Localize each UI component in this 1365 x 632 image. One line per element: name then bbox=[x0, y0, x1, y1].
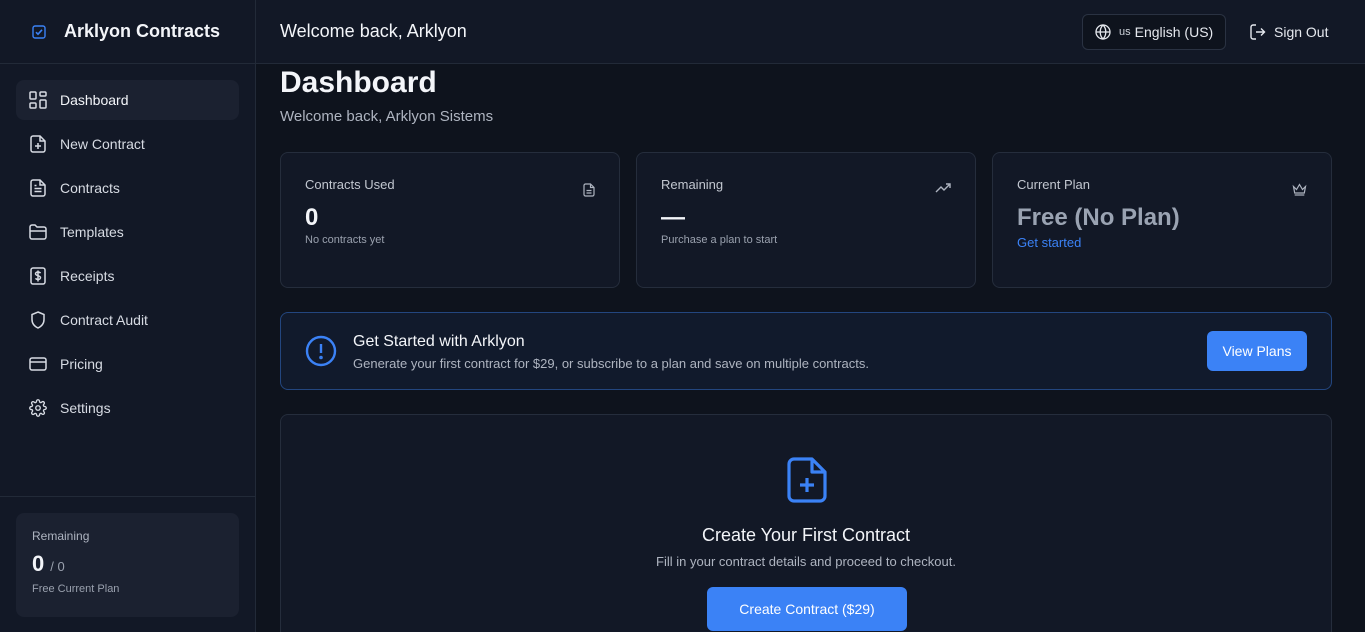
remaining-value: 0 bbox=[32, 551, 45, 576]
shield-icon bbox=[28, 310, 48, 330]
stat-card-contracts-used: Contracts Used 0 No contracts yet bbox=[280, 152, 620, 288]
empty-title: Create Your First Contract bbox=[701, 525, 911, 545]
alert-circle-icon bbox=[305, 335, 337, 367]
sidebar-footer: Remaining 0 / 0 Free Current Plan bbox=[0, 496, 255, 632]
stat-note: No contracts yet bbox=[305, 234, 385, 246]
stat-value: 0 bbox=[305, 204, 319, 231]
sidebar-item-label: Pricing bbox=[60, 356, 103, 372]
file-plus-icon bbox=[787, 457, 827, 503]
brand-title: Arklyon Contracts bbox=[64, 21, 221, 41]
sign-out-button[interactable]: Sign Out bbox=[1250, 14, 1328, 50]
top-header: Welcome back, Arklyon us English (US) Si… bbox=[256, 0, 1365, 64]
gear-icon bbox=[28, 398, 48, 418]
sidebar-item-label: Contracts bbox=[60, 180, 120, 196]
banner-title: Get Started with Arklyon bbox=[353, 333, 525, 350]
create-contract-button[interactable]: Create Contract ($29) bbox=[707, 587, 907, 631]
language-label: English (US) bbox=[1134, 24, 1214, 40]
sidebar-nav: Dashboard New Contract Contracts Templat… bbox=[0, 64, 255, 428]
stat-label: Current Plan bbox=[1017, 177, 1090, 192]
sidebar-item-label: Templates bbox=[60, 224, 124, 240]
sidebar-item-label: Contract Audit bbox=[60, 312, 148, 328]
language-selector[interactable]: us English (US) bbox=[1082, 14, 1226, 50]
stat-value: — bbox=[661, 204, 685, 231]
file-text-icon bbox=[28, 178, 48, 198]
globe-icon bbox=[1095, 24, 1111, 40]
file-plus-icon bbox=[28, 134, 48, 154]
view-plans-button[interactable]: View Plans bbox=[1207, 331, 1307, 371]
remaining-card: Remaining 0 / 0 Free Current Plan bbox=[16, 513, 239, 617]
remaining-total: / 0 bbox=[50, 559, 65, 574]
trending-up-icon bbox=[935, 183, 951, 193]
header-welcome: Welcome back, Arklyon bbox=[280, 21, 467, 41]
sidebar: Arklyon Contracts Dashboard New Contract… bbox=[0, 0, 256, 632]
crown-icon bbox=[1292, 183, 1307, 196]
page-subtitle: Welcome back, Arklyon Sistems bbox=[280, 108, 494, 125]
receipt-dollar-icon bbox=[28, 266, 48, 286]
sidebar-item-contract-audit[interactable]: Contract Audit bbox=[16, 300, 239, 340]
sidebar-item-label: New Contract bbox=[60, 136, 145, 152]
create-first-contract-card: Create Your First Contract Fill in your … bbox=[280, 414, 1332, 632]
sidebar-item-new-contract[interactable]: New Contract bbox=[16, 124, 239, 164]
sidebar-item-settings[interactable]: Settings bbox=[16, 388, 239, 428]
sidebar-item-label: Dashboard bbox=[60, 92, 129, 108]
stat-note: Purchase a plan to start bbox=[661, 234, 778, 246]
stat-label: Remaining bbox=[661, 177, 724, 192]
language-flag: us bbox=[1119, 26, 1131, 38]
credit-card-icon bbox=[28, 354, 48, 374]
stat-label: Contracts Used bbox=[305, 177, 395, 192]
sidebar-item-label: Receipts bbox=[60, 268, 115, 284]
sidebar-item-label: Settings bbox=[60, 400, 111, 416]
sidebar-item-dashboard[interactable]: Dashboard bbox=[16, 80, 239, 120]
get-started-banner: Get Started with Arklyon Generate your f… bbox=[280, 312, 1332, 390]
brand[interactable]: Arklyon Contracts bbox=[0, 0, 255, 64]
sign-out-label: Sign Out bbox=[1274, 24, 1329, 40]
dashboard-grid-icon bbox=[28, 90, 48, 110]
log-out-icon bbox=[1250, 24, 1266, 40]
get-started-link[interactable]: Get started bbox=[1017, 235, 1307, 250]
folder-icon bbox=[28, 222, 48, 242]
remaining-plan: Free Current Plan bbox=[32, 583, 120, 595]
sidebar-item-pricing[interactable]: Pricing bbox=[16, 344, 239, 384]
empty-text: Fill in your contract details and procee… bbox=[656, 554, 956, 569]
stat-card-remaining: Remaining — Purchase a plan to start bbox=[636, 152, 976, 288]
stat-value: Free (No Plan) bbox=[1017, 204, 1180, 231]
file-icon bbox=[583, 183, 595, 197]
page-title: Dashboard bbox=[280, 66, 437, 99]
sidebar-item-contracts[interactable]: Contracts bbox=[16, 168, 239, 208]
sidebar-item-templates[interactable]: Templates bbox=[16, 212, 239, 252]
stat-card-current-plan: Current Plan Free (No Plan) Get started bbox=[992, 152, 1332, 288]
remaining-label: Remaining bbox=[32, 529, 90, 543]
banner-text: Generate your first contract for $29, or… bbox=[353, 356, 869, 371]
sidebar-item-receipts[interactable]: Receipts bbox=[16, 256, 239, 296]
brand-check-icon bbox=[32, 24, 48, 40]
